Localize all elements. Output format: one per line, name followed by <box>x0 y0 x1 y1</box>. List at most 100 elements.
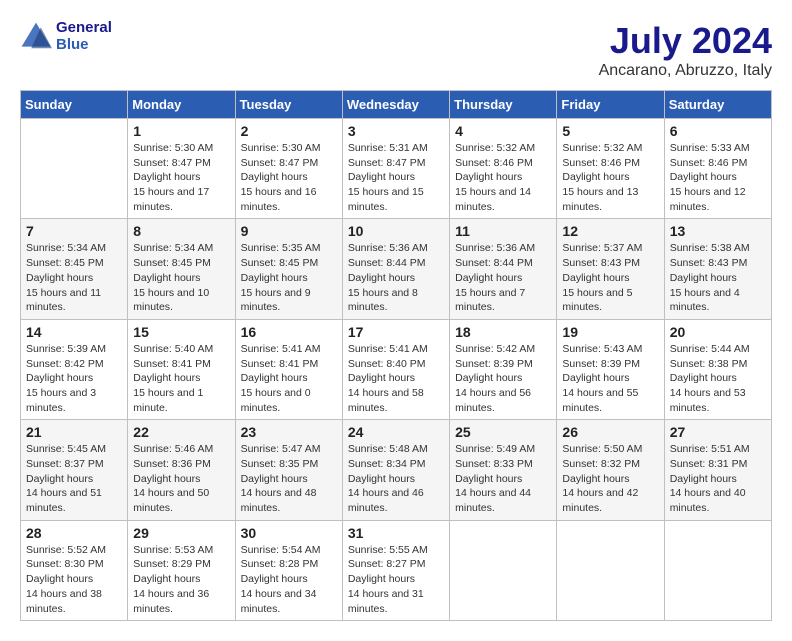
day-info: Sunrise: 5:51 AMSunset: 8:31 PMDaylight … <box>670 442 766 515</box>
calendar-cell: 16Sunrise: 5:41 AMSunset: 8:41 PMDayligh… <box>235 319 342 419</box>
calendar-week-1: 1Sunrise: 5:30 AMSunset: 8:47 PMDaylight… <box>21 119 772 219</box>
day-info: Sunrise: 5:37 AMSunset: 8:43 PMDaylight … <box>562 241 658 314</box>
day-info: Sunrise: 5:36 AMSunset: 8:44 PMDaylight … <box>348 241 444 314</box>
day-number: 23 <box>241 424 337 440</box>
calendar-cell: 9 Sunrise: 5:35 AMSunset: 8:45 PMDaylight… <box>235 219 342 319</box>
day-info: Sunrise: 5:50 AMSunset: 8:32 PMDaylight … <box>562 442 658 515</box>
month-title: July 2024 <box>599 20 772 62</box>
calendar-cell: 17Sunrise: 5:41 AMSunset: 8:40 PMDayligh… <box>342 319 449 419</box>
calendar-cell: 18Sunrise: 5:42 AMSunset: 8:39 PMDayligh… <box>450 319 557 419</box>
day-number: 27 <box>670 424 766 440</box>
day-number: 16 <box>241 324 337 340</box>
page-header: General Blue July 2024 Ancarano, Abruzzo… <box>20 20 772 80</box>
weekday-header-saturday: Saturday <box>664 91 771 119</box>
day-number: 13 <box>670 223 766 239</box>
calendar-cell: 21 Sunrise: 5:45 AMSunset: 8:37 PMDayligh… <box>21 420 128 520</box>
calendar-cell: 28 Sunrise: 5:52 AMSunset: 8:30 PMDayligh… <box>21 520 128 620</box>
day-number: 2 <box>241 123 337 139</box>
day-number: 12 <box>562 223 658 239</box>
day-number: 7 <box>26 223 122 239</box>
day-number: 10 <box>348 223 444 239</box>
calendar-cell: 29 Sunrise: 5:53 AMSunset: 8:29 PMDayligh… <box>128 520 235 620</box>
day-number: 9 <box>241 223 337 239</box>
calendar-cell: 25 Sunrise: 5:49 AMSunset: 8:33 PMDayligh… <box>450 420 557 520</box>
day-number: 6 <box>670 123 766 139</box>
day-number: 15 <box>133 324 229 340</box>
calendar-cell: 1Sunrise: 5:30 AMSunset: 8:47 PMDaylight… <box>128 119 235 219</box>
calendar-table: SundayMondayTuesdayWednesdayThursdayFrid… <box>20 90 772 621</box>
day-number: 3 <box>348 123 444 139</box>
day-info: Sunrise: 5:34 AMSunset: 8:45 PMDaylight … <box>26 241 122 314</box>
weekday-header-tuesday: Tuesday <box>235 91 342 119</box>
day-info: Sunrise: 5:47 AMSunset: 8:35 PMDaylight … <box>241 442 337 515</box>
day-number: 25 <box>455 424 551 440</box>
day-info: Sunrise: 5:36 AMSunset: 8:44 PMDaylight … <box>455 241 551 314</box>
calendar-cell: 3 Sunrise: 5:31 AMSunset: 8:47 PMDaylight… <box>342 119 449 219</box>
day-info: Sunrise: 5:32 AMSunset: 8:46 PMDaylight … <box>455 141 551 214</box>
day-number: 26 <box>562 424 658 440</box>
weekday-header-row: SundayMondayTuesdayWednesdayThursdayFrid… <box>21 91 772 119</box>
calendar-cell: 7 Sunrise: 5:34 AMSunset: 8:45 PMDaylight… <box>21 219 128 319</box>
calendar-cell: 23 Sunrise: 5:47 AMSunset: 8:35 PMDayligh… <box>235 420 342 520</box>
day-info: Sunrise: 5:32 AMSunset: 8:46 PMDaylight … <box>562 141 658 214</box>
day-info: Sunrise: 5:35 AMSunset: 8:45 PMDaylight … <box>241 241 337 314</box>
day-number: 30 <box>241 525 337 541</box>
calendar-cell: 13 Sunrise: 5:38 AMSunset: 8:43 PMDayligh… <box>664 219 771 319</box>
calendar-cell: 11Sunrise: 5:36 AMSunset: 8:44 PMDayligh… <box>450 219 557 319</box>
day-number: 29 <box>133 525 229 541</box>
day-info: Sunrise: 5:45 AMSunset: 8:37 PMDaylight … <box>26 442 122 515</box>
day-info: Sunrise: 5:48 AMSunset: 8:34 PMDaylight … <box>348 442 444 515</box>
day-info: Sunrise: 5:41 AMSunset: 8:40 PMDaylight … <box>348 342 444 415</box>
calendar-cell: 26 Sunrise: 5:50 AMSunset: 8:32 PMDayligh… <box>557 420 664 520</box>
calendar-cell: 10 Sunrise: 5:36 AMSunset: 8:44 PMDayligh… <box>342 219 449 319</box>
calendar-week-2: 7 Sunrise: 5:34 AMSunset: 8:45 PMDaylight… <box>21 219 772 319</box>
calendar-cell: 27 Sunrise: 5:51 AMSunset: 8:31 PMDayligh… <box>664 420 771 520</box>
day-info: Sunrise: 5:52 AMSunset: 8:30 PMDaylight … <box>26 543 122 616</box>
calendar-cell: 6Sunrise: 5:33 AMSunset: 8:46 PMDaylight… <box>664 119 771 219</box>
day-number: 28 <box>26 525 122 541</box>
day-info: Sunrise: 5:38 AMSunset: 8:43 PMDaylight … <box>670 241 766 314</box>
calendar-cell <box>450 520 557 620</box>
calendar-cell: 5Sunrise: 5:32 AMSunset: 8:46 PMDaylight… <box>557 119 664 219</box>
day-info: Sunrise: 5:44 AMSunset: 8:38 PMDaylight … <box>670 342 766 415</box>
day-number: 4 <box>455 123 551 139</box>
calendar-cell: 22 Sunrise: 5:46 AMSunset: 8:36 PMDayligh… <box>128 420 235 520</box>
title-block: July 2024 Ancarano, Abruzzo, Italy <box>599 20 772 80</box>
calendar-cell: 14Sunrise: 5:39 AMSunset: 8:42 PMDayligh… <box>21 319 128 419</box>
calendar-cell: 19 Sunrise: 5:43 AMSunset: 8:39 PMDayligh… <box>557 319 664 419</box>
day-info: Sunrise: 5:43 AMSunset: 8:39 PMDaylight … <box>562 342 658 415</box>
day-info: Sunrise: 5:30 AMSunset: 8:47 PMDaylight … <box>241 141 337 214</box>
calendar-cell: 4 Sunrise: 5:32 AMSunset: 8:46 PMDaylight… <box>450 119 557 219</box>
weekday-header-wednesday: Wednesday <box>342 91 449 119</box>
calendar-cell <box>21 119 128 219</box>
day-number: 14 <box>26 324 122 340</box>
day-info: Sunrise: 5:31 AMSunset: 8:47 PMDaylight … <box>348 141 444 214</box>
calendar-week-4: 21 Sunrise: 5:45 AMSunset: 8:37 PMDayligh… <box>21 420 772 520</box>
day-number: 24 <box>348 424 444 440</box>
day-number: 19 <box>562 324 658 340</box>
calendar-cell: 15Sunrise: 5:40 AMSunset: 8:41 PMDayligh… <box>128 319 235 419</box>
weekday-header-monday: Monday <box>128 91 235 119</box>
day-info: Sunrise: 5:53 AMSunset: 8:29 PMDaylight … <box>133 543 229 616</box>
day-info: Sunrise: 5:42 AMSunset: 8:39 PMDaylight … <box>455 342 551 415</box>
day-info: Sunrise: 5:30 AMSunset: 8:47 PMDaylight … <box>133 141 229 214</box>
weekday-header-friday: Friday <box>557 91 664 119</box>
logo: General Blue <box>20 20 112 53</box>
calendar-cell: 24 Sunrise: 5:48 AMSunset: 8:34 PMDayligh… <box>342 420 449 520</box>
calendar-week-5: 28 Sunrise: 5:52 AMSunset: 8:30 PMDayligh… <box>21 520 772 620</box>
calendar-cell: 12 Sunrise: 5:37 AMSunset: 8:43 PMDayligh… <box>557 219 664 319</box>
weekday-header-thursday: Thursday <box>450 91 557 119</box>
day-number: 8 <box>133 223 229 239</box>
day-info: Sunrise: 5:54 AMSunset: 8:28 PMDaylight … <box>241 543 337 616</box>
day-info: Sunrise: 5:46 AMSunset: 8:36 PMDaylight … <box>133 442 229 515</box>
day-number: 31 <box>348 525 444 541</box>
calendar-cell: 20Sunrise: 5:44 AMSunset: 8:38 PMDayligh… <box>664 319 771 419</box>
logo-icon <box>20 21 52 53</box>
calendar-cell: 31 Sunrise: 5:55 AMSunset: 8:27 PMDayligh… <box>342 520 449 620</box>
calendar-cell <box>557 520 664 620</box>
day-info: Sunrise: 5:34 AMSunset: 8:45 PMDaylight … <box>133 241 229 314</box>
day-number: 22 <box>133 424 229 440</box>
day-info: Sunrise: 5:49 AMSunset: 8:33 PMDaylight … <box>455 442 551 515</box>
day-info: Sunrise: 5:55 AMSunset: 8:27 PMDaylight … <box>348 543 444 616</box>
day-number: 21 <box>26 424 122 440</box>
